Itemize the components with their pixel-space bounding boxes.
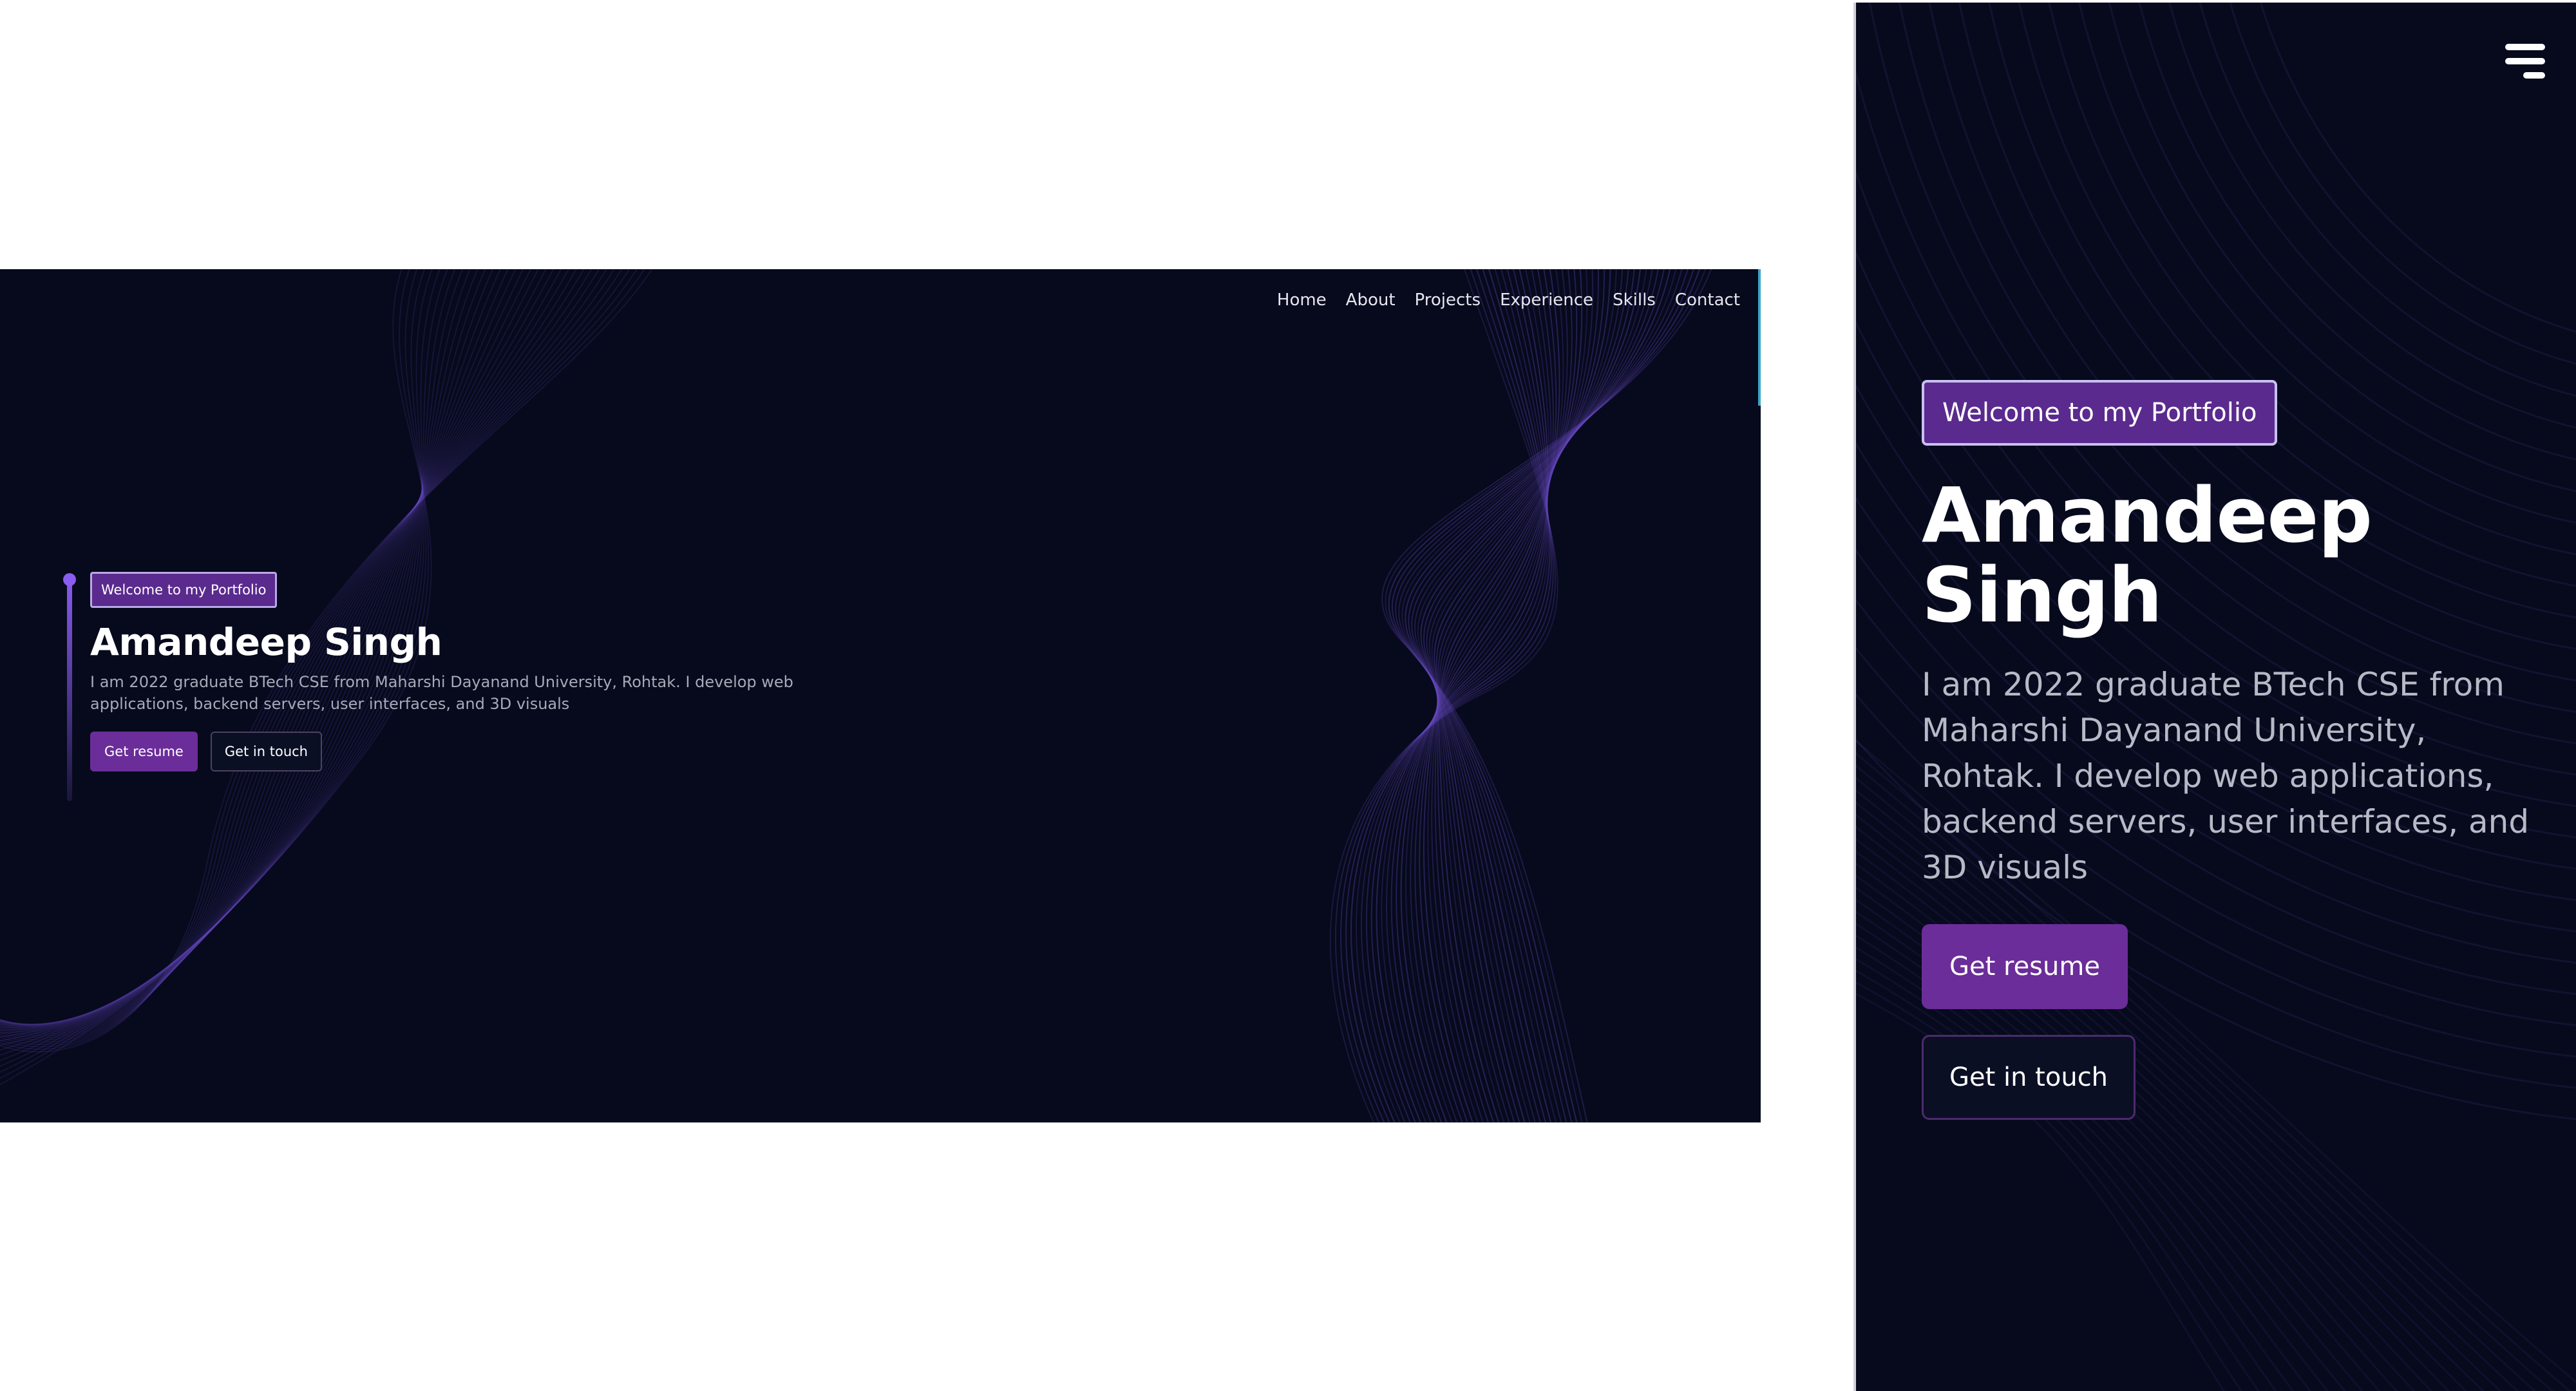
welcome-badge: Welcome to my Portfolio <box>90 572 278 608</box>
mobile-preview: Welcome to my Portfolio Amandeep Singh I… <box>1856 3 2576 1391</box>
mobile-name-first: Amandeep <box>1922 471 2372 560</box>
top-nav: Home About Projects Experience Skills Co… <box>1277 286 1740 314</box>
timeline-dot <box>63 573 76 586</box>
nav-contact[interactable]: Contact <box>1675 286 1740 314</box>
nav-home[interactable]: Home <box>1277 286 1327 314</box>
mobile-get-in-touch-button[interactable]: Get in touch <box>1922 1035 2136 1120</box>
hero-section: Welcome to my Portfolio Amandeep Singh I… <box>90 572 863 771</box>
get-resume-button[interactable]: Get resume <box>90 732 198 771</box>
mobile-hero-name: Amandeep Singh <box>1922 475 2540 635</box>
hero-description: I am 2022 graduate BTech CSE from Mahars… <box>90 673 793 713</box>
mobile-get-resume-button[interactable]: Get resume <box>1922 924 2128 1009</box>
scrollbar-accent <box>1758 269 1761 406</box>
nav-about[interactable]: About <box>1346 286 1396 314</box>
hamburger-menu-icon[interactable] <box>2505 44 2545 79</box>
mobile-welcome-badge: Welcome to my Portfolio <box>1922 380 2278 446</box>
mobile-name-last: Singh <box>1922 551 2163 639</box>
mobile-hero-description: I am 2022 graduate BTech CSE from Mahars… <box>1922 666 2530 886</box>
timeline-line <box>67 576 72 801</box>
nav-projects[interactable]: Projects <box>1415 286 1481 314</box>
get-in-touch-button[interactable]: Get in touch <box>210 732 322 771</box>
hero-buttons: Get resume Get in touch <box>90 732 863 771</box>
nav-experience[interactable]: Experience <box>1500 286 1593 314</box>
mobile-hero-section: Welcome to my Portfolio Amandeep Singh I… <box>1922 380 2540 1120</box>
nav-skills[interactable]: Skills <box>1613 286 1656 314</box>
desktop-preview: Home About Projects Experience Skills Co… <box>0 269 1761 1122</box>
hero-name: Amandeep Singh <box>90 620 442 664</box>
